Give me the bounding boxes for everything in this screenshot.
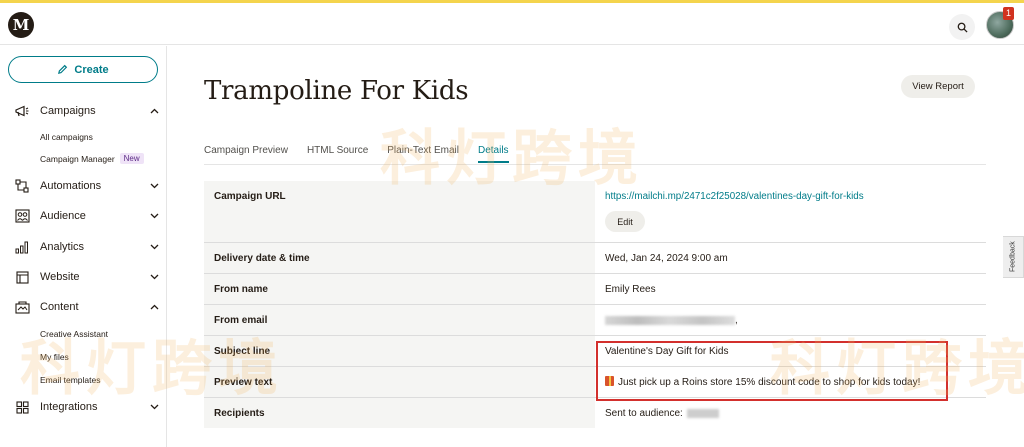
- chevron-down-icon: [149, 181, 159, 191]
- row-label: Delivery date & time: [204, 243, 595, 273]
- create-label: Create: [74, 63, 109, 76]
- sidebar: Create Campaigns All campaigns Campaign …: [0, 46, 167, 447]
- sidebar-item-label: Automations: [40, 180, 102, 192]
- page-title: Trampoline For Kids: [204, 76, 469, 106]
- row-label: Recipients: [204, 398, 595, 428]
- sidebar-item-website[interactable]: Website: [14, 268, 159, 286]
- chevron-down-icon: [149, 402, 159, 412]
- row-label: Preview text: [204, 367, 595, 397]
- row-value: Just pick up a Roins store 15% discount …: [595, 367, 986, 397]
- feedback-tab[interactable]: Feedback: [1003, 236, 1024, 278]
- recipients-value: Sent to audience:: [605, 408, 683, 419]
- row-value: Wed, Jan 24, 2024 9:00 am: [605, 253, 728, 264]
- website-icon: [14, 269, 30, 285]
- campaign-url-link[interactable]: https://mailchi.mp/2471c2f25028/valentin…: [605, 191, 986, 202]
- row-value: https://mailchi.mp/2471c2f25028/valentin…: [595, 181, 986, 242]
- sidebar-subitem-email-templates[interactable]: Email templates: [40, 375, 100, 385]
- sidebar-subitem-creative-assistant[interactable]: Creative Assistant: [40, 329, 108, 339]
- tab-plain-text-email[interactable]: Plain-Text Email: [387, 144, 459, 164]
- table-row: From email ,: [204, 305, 986, 336]
- top-bar: M 1: [0, 3, 1024, 45]
- megaphone-icon: [14, 103, 30, 119]
- table-row: Recipients Sent to audience:: [204, 398, 986, 429]
- tab-details[interactable]: Details: [477, 144, 509, 164]
- table-row: Subject line Valentine's Day Gift for Ki…: [204, 336, 986, 367]
- sidebar-subitem-label: Campaign Manager: [40, 153, 115, 164]
- redacted-email: [605, 315, 735, 325]
- sidebar-item-label: Analytics: [40, 241, 85, 253]
- chevron-up-icon: [149, 302, 159, 312]
- sidebar-item-label: Integrations: [40, 401, 98, 413]
- edit-url-button[interactable]: Edit: [605, 211, 645, 232]
- tab-bar: Campaign Preview HTML Source Plain-Text …: [204, 144, 509, 166]
- sidebar-subitem-my-files[interactable]: My files: [40, 352, 69, 362]
- row-label: Subject line: [204, 336, 595, 366]
- tab-campaign-preview[interactable]: Campaign Preview: [204, 144, 288, 164]
- table-row: Preview text Just pick up a Roins store …: [204, 367, 986, 398]
- sidebar-item-campaigns[interactable]: Campaigns: [14, 102, 159, 120]
- sidebar-subitem-label: Email templates: [40, 375, 101, 385]
- sidebar-subitem-label: My files: [40, 352, 69, 362]
- table-row: From name Emily Rees: [204, 274, 986, 305]
- sidebar-subitem-label: Creative Assistant: [40, 329, 109, 339]
- integrations-icon: [14, 399, 30, 415]
- row-value: Sent to audience:: [595, 398, 986, 428]
- chevron-up-icon: [149, 106, 159, 116]
- row-value: Emily Rees: [605, 284, 656, 295]
- analytics-icon: [14, 239, 30, 255]
- chevron-down-icon: [149, 211, 159, 221]
- sidebar-item-automations[interactable]: Automations: [14, 177, 159, 195]
- tabs-divider: [204, 164, 986, 165]
- automation-icon: [14, 178, 30, 194]
- row-label: From email: [204, 305, 595, 335]
- sidebar-subitem-label: All campaigns: [40, 132, 93, 142]
- row-value: Valentine's Day Gift for Kids: [605, 346, 729, 357]
- notification-badge: 1: [1003, 7, 1014, 20]
- sidebar-item-label: Content: [40, 301, 79, 313]
- content-icon: [14, 299, 30, 315]
- sidebar-item-label: Audience: [40, 210, 86, 222]
- sidebar-item-analytics[interactable]: Analytics: [14, 238, 159, 256]
- preview-text-value: Just pick up a Roins store 15% discount …: [618, 377, 921, 388]
- sidebar-item-integrations[interactable]: Integrations: [14, 398, 159, 416]
- row-label: From name: [204, 274, 595, 304]
- sidebar-item-label: Website: [40, 271, 80, 283]
- details-table: Campaign URL https://mailchi.mp/2471c2f2…: [204, 181, 986, 429]
- table-row: Campaign URL https://mailchi.mp/2471c2f2…: [204, 181, 986, 243]
- sidebar-subitem-all-campaigns[interactable]: All campaigns: [40, 132, 93, 142]
- search-button[interactable]: [949, 14, 975, 40]
- search-icon: [957, 22, 968, 33]
- tab-html-source[interactable]: HTML Source: [307, 144, 368, 164]
- view-report-button[interactable]: View Report: [901, 75, 975, 98]
- sidebar-item-label: Campaigns: [40, 105, 96, 117]
- sidebar-item-content[interactable]: Content: [14, 298, 159, 316]
- mailchimp-logo-icon[interactable]: M: [8, 12, 34, 38]
- new-badge: New: [119, 153, 144, 164]
- email-suffix: ,: [735, 315, 738, 326]
- chevron-down-icon: [149, 242, 159, 252]
- table-row: Delivery date & time Wed, Jan 24, 2024 9…: [204, 243, 986, 274]
- chevron-down-icon: [149, 272, 159, 282]
- row-label: Campaign URL: [204, 181, 595, 242]
- sidebar-subitem-campaign-manager[interactable]: Campaign Manager New: [40, 153, 144, 164]
- pencil-icon: [58, 64, 68, 74]
- row-value: ,: [595, 305, 986, 335]
- main-content: Trampoline For Kids View Report Campaign…: [168, 46, 1024, 447]
- gift-icon: [605, 376, 614, 386]
- create-button[interactable]: Create: [8, 56, 158, 83]
- sidebar-item-audience[interactable]: Audience: [14, 207, 159, 225]
- audience-icon: [14, 208, 30, 224]
- redacted-audience: [686, 408, 719, 418]
